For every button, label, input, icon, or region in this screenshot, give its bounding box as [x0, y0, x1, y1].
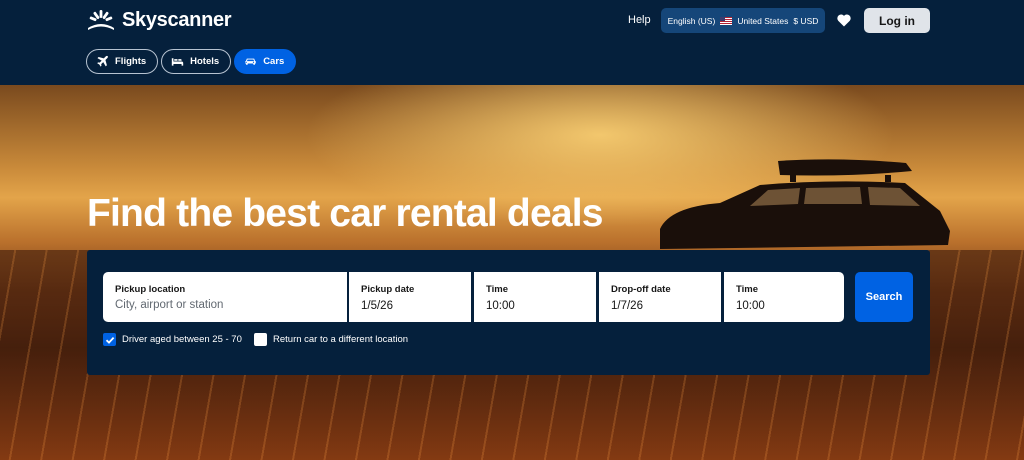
driver-age-option[interactable]: Driver aged between 25 - 70	[103, 333, 242, 346]
pickup-date-value: 1/5/26	[361, 300, 393, 312]
sunrise-logo-icon	[88, 10, 114, 30]
different-location-checkbox[interactable]	[254, 333, 267, 346]
search-button[interactable]: Search	[855, 272, 913, 322]
driver-age-label: Driver aged between 25 - 70	[122, 334, 242, 345]
tab-label: Cars	[263, 56, 285, 67]
tab-cars[interactable]: Cars	[234, 49, 297, 74]
checkmark-icon	[105, 336, 114, 344]
tab-label: Hotels	[190, 56, 220, 67]
top-header: Skyscanner Help English (US) United Stat…	[0, 0, 1024, 85]
dropoff-date-value: 1/7/26	[611, 300, 643, 312]
car-icon	[245, 58, 256, 65]
pickup-time-field[interactable]: Time 10:00	[474, 272, 596, 322]
tab-hotels[interactable]: Hotels	[161, 49, 232, 74]
locale-selector-button[interactable]: English (US) United States $ USD	[661, 8, 825, 33]
dropoff-time-label: Time	[736, 284, 759, 295]
dropoff-time-field[interactable]: Time 10:00	[724, 272, 844, 322]
different-location-option[interactable]: Return car to a different location	[254, 333, 408, 346]
bed-icon	[171, 58, 184, 66]
pickup-location-label: Pickup location	[115, 284, 186, 295]
skyscanner-logo[interactable]: Skyscanner	[86, 8, 232, 32]
language-label: English (US)	[667, 15, 716, 26]
driver-age-checkbox[interactable]	[103, 333, 116, 346]
pickup-location-input[interactable]	[115, 299, 325, 311]
tab-flights[interactable]: Flights	[86, 49, 159, 74]
car-search-panel: Pickup location Pickup date 1/5/26 Time …	[87, 250, 930, 375]
plane-icon	[97, 55, 108, 67]
country-label: United States	[737, 15, 789, 26]
dropoff-time-value: 10:00	[736, 300, 765, 312]
brand-name: Skyscanner	[122, 8, 232, 31]
help-link[interactable]: Help	[628, 14, 651, 26]
hero-banner: Find the best car rental deals Pickup lo…	[0, 85, 1024, 460]
page-title: Find the best car rental deals	[87, 192, 603, 235]
pickup-time-label: Time	[486, 284, 509, 295]
pickup-time-value: 10:00	[486, 300, 515, 312]
us-flag-icon	[720, 16, 733, 25]
login-button[interactable]: Log in	[864, 8, 930, 33]
different-location-label: Return car to a different location	[273, 334, 409, 345]
tab-label: Flights	[115, 56, 147, 67]
pickup-date-field[interactable]: Pickup date 1/5/26	[349, 272, 471, 322]
pickup-date-label: Pickup date	[361, 284, 415, 295]
product-tabs: Flights Hotels Cars	[86, 49, 297, 74]
dropoff-date-field[interactable]: Drop-off date 1/7/26	[599, 272, 721, 322]
car-silhouette-image	[660, 159, 950, 249]
dropoff-date-label: Drop-off date	[611, 284, 671, 295]
pickup-location-field[interactable]: Pickup location	[103, 272, 347, 322]
currency-label: $ USD	[793, 15, 819, 26]
saved-heart-icon[interactable]	[836, 12, 852, 28]
